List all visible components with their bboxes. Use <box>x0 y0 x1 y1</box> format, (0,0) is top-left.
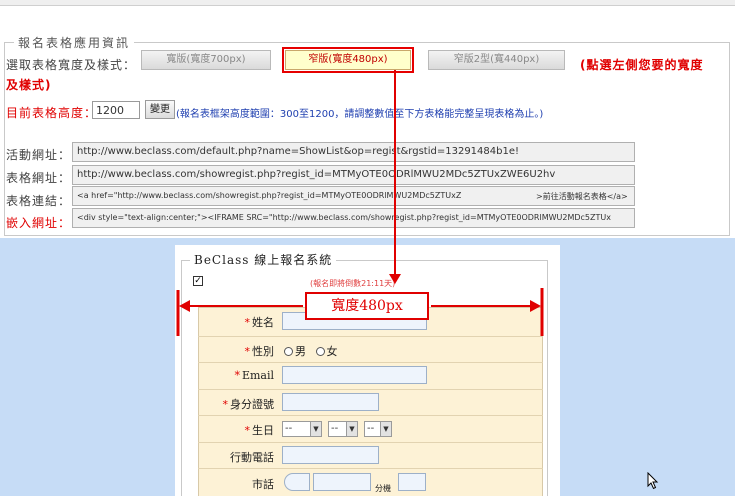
width-annotation-overlay <box>176 70 544 336</box>
mouse-cursor-icon <box>647 472 659 490</box>
width-annotation-label: 寬度480px <box>305 292 429 320</box>
left-arrowhead <box>179 300 190 312</box>
right-arrowhead <box>530 300 541 312</box>
connector-arrowhead <box>389 274 401 284</box>
